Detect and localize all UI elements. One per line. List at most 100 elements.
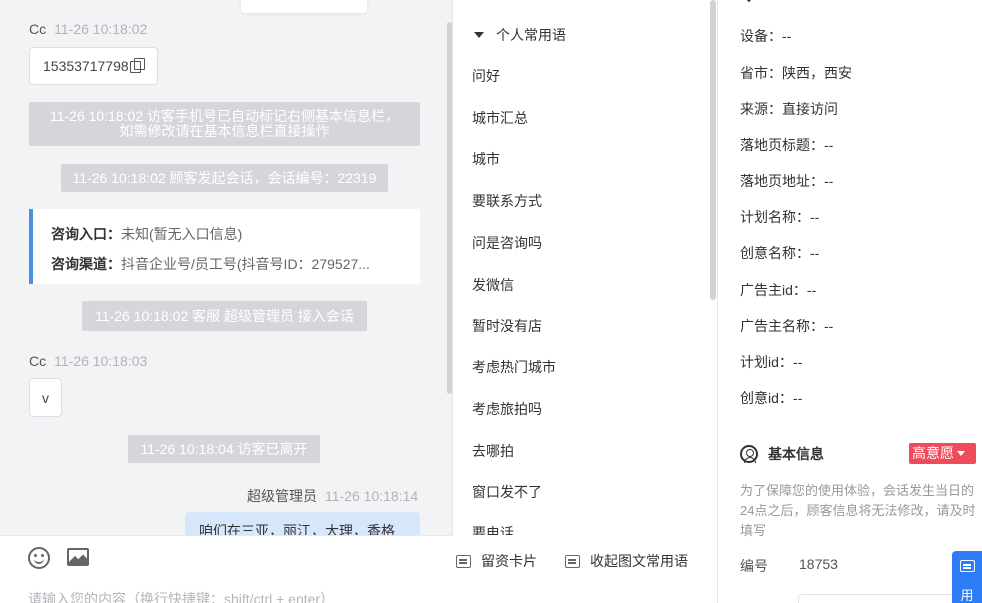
- phrase-item[interactable]: 窗口发不了: [472, 482, 542, 502]
- info-row-landing-url: 落地页地址：--: [740, 171, 833, 191]
- consult-channel-label: 咨询渠道：: [51, 256, 121, 272]
- intent-label: 高意愿: [912, 445, 954, 461]
- info-label: 广告主名称：: [740, 318, 824, 334]
- copy-icon[interactable]: [129, 58, 145, 73]
- info-row-advertiser-id: 广告主id：--: [740, 280, 816, 300]
- info-value: --: [806, 282, 817, 298]
- visitor-message: v: [29, 378, 62, 417]
- info-value: --: [810, 209, 820, 225]
- consult-entry-value: 未知(暂无入口信息): [121, 226, 243, 242]
- user-icon: [740, 445, 758, 463]
- lead-card-button[interactable]: 留资卡片: [456, 551, 537, 571]
- message-icon: [960, 560, 975, 572]
- info-row-plan-name: 计划名称：--: [740, 207, 819, 227]
- phrase-item[interactable]: 问好: [472, 66, 500, 86]
- phrases-toolbar: 留资卡片 收起图文常用语: [454, 535, 717, 603]
- sender-name: Cc: [29, 353, 47, 369]
- quick-phrases-panel: 个人常用语 问好 城市汇总 城市 要联系方式 问是咨询吗 发微信 暂时没有店 考…: [454, 0, 717, 535]
- info-value: --: [792, 390, 803, 406]
- info-label: 落地页地址：: [740, 173, 824, 189]
- caret-down-icon: [957, 451, 965, 456]
- sender-name: Cc: [29, 21, 47, 37]
- consult-channel-value: 抖音企业号/员工号(抖音号ID：279527...: [121, 256, 370, 272]
- info-label: 创意名称：: [740, 245, 810, 261]
- phrases-scrollbar[interactable]: [710, 0, 716, 300]
- info-value: --: [782, 28, 792, 44]
- info-row-source: 来源：直接访问: [740, 99, 838, 119]
- info-value: 直接访问: [782, 101, 838, 117]
- phrase-group-title: 个人常用语: [496, 27, 566, 43]
- consult-info-card: 咨询入口：未知(暂无入口信息) 咨询渠道：抖音企业号/员工号(抖音号ID：279…: [29, 209, 420, 284]
- info-row-plan-id: 计划id：--: [740, 352, 802, 372]
- phrase-group-header[interactable]: 个人常用语: [474, 25, 566, 45]
- chat-message-list[interactable]: Cc 11-26 10:18:02 15353717798 11-26 10:18…: [0, 0, 453, 535]
- info-value: --: [824, 173, 834, 189]
- info-label: 设备：: [740, 28, 782, 44]
- info-value: 陕西，西安: [782, 65, 852, 81]
- phrase-item[interactable]: 要电话: [472, 523, 514, 535]
- phrase-item[interactable]: 要联系方式: [472, 191, 542, 211]
- intent-dropdown[interactable]: 高意愿: [909, 443, 976, 464]
- phrase-item[interactable]: 城市: [472, 149, 500, 169]
- info-value: --: [824, 318, 834, 334]
- consult-channel: 咨询渠道：抖音企业号/员工号(抖音号ID：279527...: [51, 249, 420, 279]
- visitor-message: 15353717798: [29, 47, 158, 85]
- info-row-advertiser-name: 广告主名称：--: [740, 316, 833, 336]
- check-icon: [745, 0, 755, 3]
- phrase-item[interactable]: 考虑热门城市: [472, 357, 556, 377]
- next-field-input[interactable]: [798, 594, 958, 603]
- system-message: 11-26 10:18:02 顾客发起会话，会话编号：22319: [61, 164, 388, 192]
- caret-down-icon: [474, 32, 484, 38]
- info-value: --: [824, 137, 834, 153]
- message-time: 11-26 10:18:14: [325, 488, 419, 504]
- info-label: 来源：: [740, 101, 782, 117]
- info-label: 省市：: [740, 65, 782, 81]
- system-message: 11-26 10:18:02 客服 超级管理员 接入会话: [82, 301, 367, 331]
- phrase-item[interactable]: 去哪拍: [472, 441, 514, 461]
- system-message-line: 如需修改请在基本信息栏直接操作: [119, 123, 330, 139]
- basic-info-title: 基本信息: [740, 444, 824, 464]
- emoji-icon[interactable]: [28, 547, 50, 569]
- system-message-line: 11-26 10:18:02 访客手机号已自动标记右侧基本信息栏，: [49, 108, 400, 124]
- phrase-item[interactable]: 问是咨询吗: [472, 233, 542, 253]
- id-value: 18753: [799, 556, 838, 572]
- message-time: 11-26 10:18:03: [54, 353, 148, 369]
- message-text: 15353717798: [43, 58, 129, 74]
- info-row-landing-title: 落地页标题：--: [740, 135, 833, 155]
- message-composer: 请输入您的内容（换行快捷键：shift/ctrl + enter）: [0, 535, 453, 603]
- card-icon: [456, 555, 471, 568]
- info-row-creative-id: 创意id：--: [740, 388, 802, 408]
- info-label: 广告主id：: [740, 282, 807, 298]
- chat-panel: Cc 11-26 10:18:02 15353717798 11-26 10:18…: [0, 0, 453, 603]
- info-label: 计划名称：: [740, 209, 810, 225]
- info-label: 创意id：: [740, 390, 793, 406]
- chat-scrollbar[interactable]: [447, 22, 452, 394]
- phrase-item[interactable]: 考虑旅拍吗: [472, 399, 542, 419]
- info-value: --: [810, 245, 820, 261]
- id-label: 编号: [740, 558, 768, 574]
- system-message: 11-26 10:18:02 访客手机号已自动标记右侧基本信息栏， 如需修改请在…: [29, 102, 420, 146]
- phrase-item[interactable]: 城市汇总: [472, 108, 528, 128]
- lead-card-label: 留资卡片: [481, 553, 537, 569]
- info-value: --: [792, 354, 803, 370]
- popover-edge: [241, 0, 367, 13]
- info-row-region: 省市：陕西，西安: [740, 63, 852, 83]
- floating-side-button[interactable]: 用: [952, 551, 982, 603]
- phrase-item[interactable]: 发微信: [472, 275, 514, 295]
- phrase-item[interactable]: 暂时没有店: [472, 316, 542, 336]
- consult-entry-label: 咨询入口：: [51, 226, 121, 242]
- message-sender: 超级管理员 11-26 10:18:14: [247, 486, 418, 506]
- message-time: 11-26 10:18:02: [54, 21, 148, 37]
- edit-notice: 为了保障您的使用体验，会话发生当日的24点之后，顾客信息将无法修改，请及时填写: [740, 483, 976, 538]
- basic-info-label: 基本信息: [768, 446, 824, 462]
- image-icon[interactable]: [67, 548, 89, 566]
- info-label: 落地页标题：: [740, 137, 824, 153]
- consult-entry: 咨询入口：未知(暂无入口信息): [51, 219, 420, 249]
- visitor-info-panel: 设备：-- 省市：陕西，西安 来源：直接访问 落地页标题：-- 落地页地址：--…: [717, 0, 982, 603]
- collapse-phrases-button[interactable]: 收起图文常用语: [565, 551, 688, 571]
- system-message: 11-26 10:18:04 访客已离开: [128, 435, 320, 463]
- side-button-label: 用: [960, 588, 974, 603]
- message-sender: Cc 11-26 10:18:03: [29, 353, 147, 369]
- info-label: 计划id：: [740, 354, 793, 370]
- message-input[interactable]: 请输入您的内容（换行快捷键：shift/ctrl + enter）: [28, 589, 334, 603]
